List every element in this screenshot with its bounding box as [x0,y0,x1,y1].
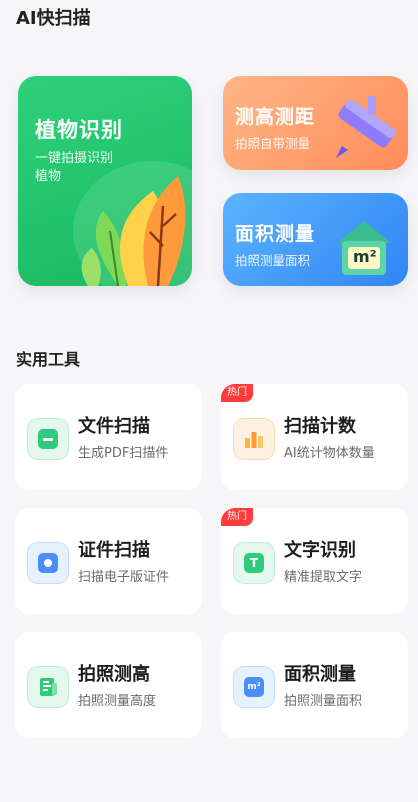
tool-file-scan[interactable]: 文件扫描 生成PDF扫描件 [15,384,202,490]
hot-badge: 热门 [221,384,253,402]
tool-text-ocr[interactable]: 热门 T 文字识别 精准提取文字 [221,508,408,614]
bar-count-icon [233,418,275,460]
height-ruler-icon [27,666,69,708]
tool-name: 拍照测高 [78,664,150,685]
area-m2-icon: m² [233,666,275,708]
plant-illustration-icon [73,161,192,286]
tool-desc: 精准提取文字 [284,570,363,585]
tool-desc: 生成PDF扫描件 [78,446,169,461]
tool-desc: 拍照测量面积 [284,694,363,709]
app-title: AI快扫描 [16,8,91,29]
plant-id-card[interactable]: 植物识别 一键拍摄识别植物 [18,76,192,286]
area-m2-label: m² [244,677,264,697]
height-distance-subtitle: 拍照自带测量 [235,136,311,151]
text-ocr-icon: T [233,542,275,584]
area-icon-text: m² [353,247,377,266]
tool-desc: 扫描电子版证件 [78,570,170,585]
tool-scan-count[interactable]: 热门 扫描计数 AI统计物体数量 [221,384,408,490]
area-measure-subtitle: 拍照测量面积 [235,253,311,268]
tool-name: 文字识别 [284,540,356,561]
tool-name: 证件扫描 [78,540,150,561]
area-measure-title: 面积测量 [235,223,316,245]
tool-area-measure[interactable]: m² 面积测量 拍照测量面积 [221,632,408,738]
tool-id-scan[interactable]: 证件扫描 扫描电子版证件 [15,508,202,614]
tool-desc: 拍照测量高度 [78,694,157,709]
tool-desc: AI统计物体数量 [284,446,375,461]
house-area-icon: m² [333,217,395,277]
tool-name: 面积测量 [284,664,356,685]
tools-section-title: 实用工具 [16,350,81,369]
tool-photo-height[interactable]: 拍照测高 拍照测量高度 [15,632,202,738]
tool-name: 扫描计数 [284,416,356,437]
file-scan-icon [27,418,69,460]
area-measure-card[interactable]: 面积测量 拍照测量面积 m² [223,193,408,286]
id-card-icon [27,542,69,584]
height-distance-card[interactable]: 测高测距 拍照自带测量 [223,76,408,170]
hot-badge: 热门 [221,508,253,526]
ruler-icon [336,96,396,158]
height-distance-title: 测高测距 [235,106,316,128]
tool-name: 文件扫描 [78,416,150,437]
